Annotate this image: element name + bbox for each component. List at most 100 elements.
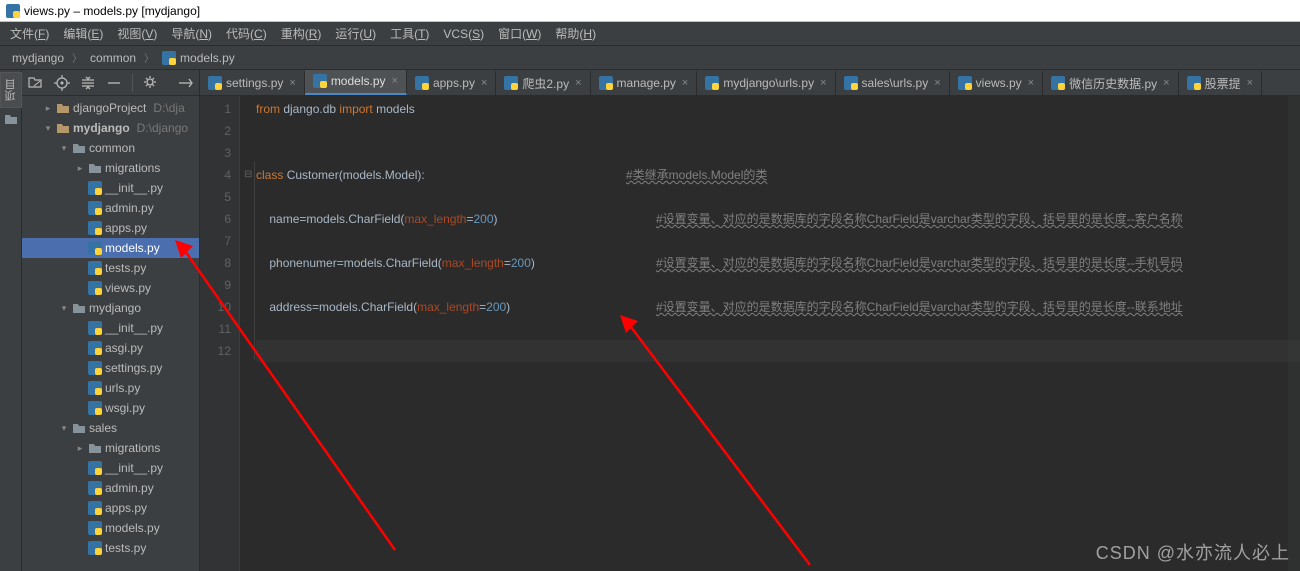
tree-row[interactable]: ▸djangoProjectD:\dja <box>22 98 199 118</box>
collapse-all-button[interactable] <box>104 73 124 93</box>
tree-label: settings.py <box>105 361 162 375</box>
breadcrumb-item[interactable]: models.py <box>158 50 239 66</box>
tree-row[interactable]: models.py <box>22 238 199 258</box>
tree-row[interactable]: apps.py <box>22 498 199 518</box>
project-sidebar: ▸djangoProjectD:\dja▾mydjangoD:\django▾c… <box>22 70 200 571</box>
tree-row[interactable]: models.py <box>22 518 199 538</box>
hide-button[interactable] <box>175 73 195 93</box>
select-open-file-button[interactable] <box>26 73 46 93</box>
breadcrumb-item[interactable]: common <box>86 50 140 66</box>
editor-tab[interactable]: settings.py× <box>200 71 305 95</box>
tree-row[interactable]: tests.py <box>22 538 199 558</box>
tree-arrow-icon[interactable]: ▸ <box>75 163 85 174</box>
tree-label: tests.py <box>105 541 146 555</box>
project-tool-tab[interactable]: 项目 <box>0 72 22 108</box>
editor-tab[interactable]: 股票提× <box>1179 71 1262 95</box>
tree-row[interactable]: ▾sales <box>22 418 199 438</box>
close-icon[interactable]: × <box>481 77 487 89</box>
python-file-icon <box>844 76 858 90</box>
tree-row[interactable]: __init__.py <box>22 178 199 198</box>
close-icon[interactable]: × <box>1163 77 1169 89</box>
line-number-gutter: 123456789101112 <box>200 96 240 571</box>
menu-item[interactable]: 编辑(E) <box>57 23 109 44</box>
editor-area: settings.py×models.py×apps.py×爬虫2.py×man… <box>200 70 1300 571</box>
code-content[interactable]: from django.db import models ⊟class Cust… <box>240 96 1300 571</box>
editor-scrollbar[interactable] <box>1288 96 1300 571</box>
tree-label: tests.py <box>105 261 146 275</box>
project-tree[interactable]: ▸djangoProjectD:\dja▾mydjangoD:\django▾c… <box>22 96 199 571</box>
close-icon[interactable]: × <box>1247 77 1253 89</box>
editor-tab[interactable]: models.py× <box>305 70 407 95</box>
python-file-icon <box>88 281 102 295</box>
editor-tab[interactable]: apps.py× <box>407 71 496 95</box>
editor-tabs[interactable]: settings.py×models.py×apps.py×爬虫2.py×man… <box>200 70 1300 96</box>
python-file-icon <box>88 341 102 355</box>
menu-item[interactable]: 工具(T) <box>384 23 435 44</box>
tree-row[interactable]: ▾common <box>22 138 199 158</box>
close-icon[interactable]: × <box>934 77 940 89</box>
tree-row[interactable]: ▸migrations <box>22 438 199 458</box>
python-file-icon <box>504 76 518 90</box>
menu-item[interactable]: VCS(S) <box>437 25 490 43</box>
close-icon[interactable]: × <box>820 77 826 89</box>
tree-row[interactable]: views.py <box>22 278 199 298</box>
tool-window-stripe[interactable]: 项目 <box>0 70 22 571</box>
menu-item[interactable]: 帮助(H) <box>549 23 602 44</box>
breadcrumb-item[interactable]: mydjango <box>8 50 68 66</box>
menu-item[interactable]: 代码(C) <box>220 23 273 44</box>
close-icon[interactable]: × <box>392 75 398 87</box>
tree-label: asgi.py <box>105 341 143 355</box>
editor-tab[interactable]: sales\urls.py× <box>836 71 950 95</box>
menu-item[interactable]: 重构(R) <box>275 23 328 44</box>
tree-row[interactable]: admin.py <box>22 478 199 498</box>
code-editor[interactable]: 123456789101112 from django.db import mo… <box>200 96 1300 571</box>
tree-row[interactable]: wsgi.py <box>22 398 199 418</box>
expand-all-button[interactable] <box>78 73 98 93</box>
tree-hint: D:\django <box>137 121 188 135</box>
tree-row[interactable]: ▾mydjango <box>22 298 199 318</box>
chevron-right-icon: 〉 <box>72 50 82 65</box>
editor-tab[interactable]: 微信历史数据.py× <box>1043 71 1178 95</box>
project-structure-icon[interactable] <box>4 112 18 126</box>
tree-row[interactable]: asgi.py <box>22 338 199 358</box>
fold-icon[interactable]: ⊟ <box>244 164 252 186</box>
python-file-icon <box>88 381 102 395</box>
tree-arrow-icon[interactable]: ▾ <box>59 423 69 434</box>
settings-button[interactable] <box>141 73 161 93</box>
close-icon[interactable]: × <box>682 77 688 89</box>
tree-arrow-icon[interactable]: ▾ <box>59 143 69 154</box>
editor-tab[interactable]: mydjango\urls.py× <box>697 71 835 95</box>
editor-tab[interactable]: manage.py× <box>591 71 698 95</box>
main-menu-bar[interactable]: 文件(F)编辑(E)视图(V)导航(N)代码(C)重构(R)运行(U)工具(T)… <box>0 22 1300 46</box>
tree-row[interactable]: settings.py <box>22 358 199 378</box>
tree-row[interactable]: admin.py <box>22 198 199 218</box>
editor-tab[interactable]: 爬虫2.py× <box>496 71 590 95</box>
close-icon[interactable]: × <box>289 77 295 89</box>
line-number: 10 <box>200 296 231 318</box>
tree-arrow-icon[interactable]: ▸ <box>75 443 85 454</box>
tree-row[interactable]: __init__.py <box>22 458 199 478</box>
tree-arrow-icon[interactable]: ▾ <box>43 123 53 134</box>
tree-row[interactable]: ▾mydjangoD:\django <box>22 118 199 138</box>
line-number: 4 <box>200 164 231 186</box>
line-number: 9 <box>200 274 231 296</box>
tree-arrow-icon[interactable]: ▸ <box>43 103 53 114</box>
menu-item[interactable]: 视图(V) <box>111 23 163 44</box>
editor-tab[interactable]: views.py× <box>950 71 1043 95</box>
menu-item[interactable]: 导航(N) <box>165 23 218 44</box>
menu-item[interactable]: 窗口(W) <box>492 23 547 44</box>
tree-row[interactable]: __init__.py <box>22 318 199 338</box>
menu-item[interactable]: 文件(F) <box>4 23 55 44</box>
tree-row[interactable]: tests.py <box>22 258 199 278</box>
tree-arrow-icon[interactable]: ▾ <box>59 303 69 314</box>
scroll-from-source-button[interactable] <box>52 73 72 93</box>
tree-row[interactable]: apps.py <box>22 218 199 238</box>
close-icon[interactable]: × <box>1028 77 1034 89</box>
close-icon[interactable]: × <box>575 77 581 89</box>
python-file-icon <box>415 76 429 90</box>
tree-label: __init__.py <box>105 181 163 195</box>
tree-row[interactable]: urls.py <box>22 378 199 398</box>
line-number: 5 <box>200 186 231 208</box>
menu-item[interactable]: 运行(U) <box>329 23 382 44</box>
tree-row[interactable]: ▸migrations <box>22 158 199 178</box>
